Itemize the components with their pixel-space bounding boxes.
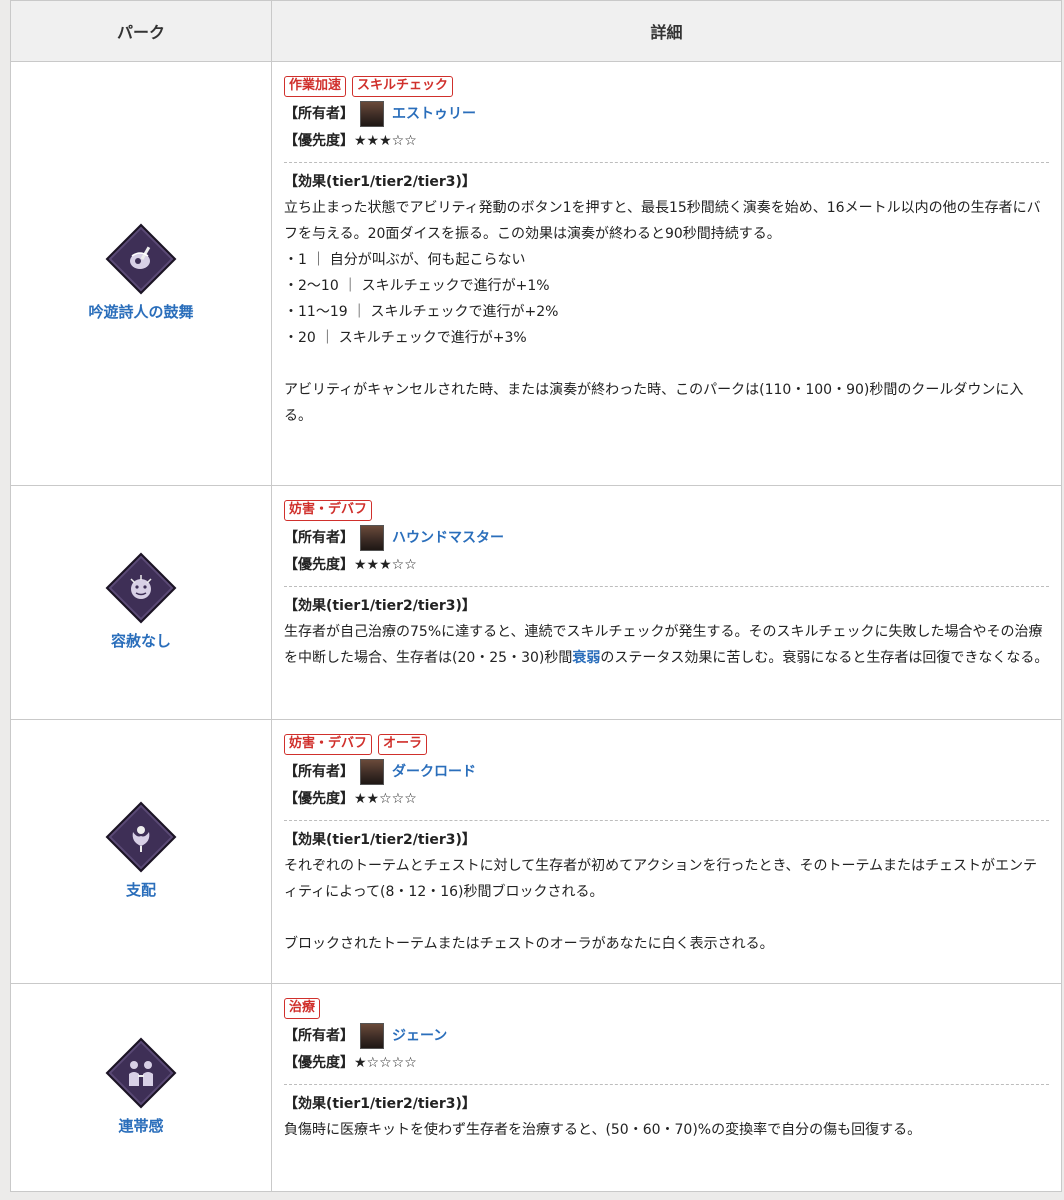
effect-text: ・1 ｜ 自分が叫ぶが、何も起こらない (284, 252, 526, 268)
tag-badge: スキルチェック (352, 76, 454, 97)
tag-badge: オーラ (378, 734, 428, 755)
priority-line: 【優先度】★★★☆☆ (284, 552, 1049, 580)
perk-cell: 吟遊詩人の鼓舞 (10, 61, 272, 486)
no-quarter-perk-icon (105, 552, 177, 624)
owner-avatar (360, 1023, 384, 1049)
perk-name[interactable]: 容赦なし (12, 630, 270, 651)
perk-name[interactable]: 支配 (12, 879, 270, 900)
perk-detail: 妨害・デバフ 【所有者】 ハウンドマスター 【優先度】★★★☆☆ 【効果(tie… (271, 485, 1062, 720)
table-row: 連帯感 治療 【所有者】 ジェーン 【優先度】★☆☆☆☆ 【効果(tier1/t… (10, 983, 1062, 1192)
owner-link[interactable]: ハウンドマスター (392, 525, 504, 551)
effect-title: 【効果(tier1/tier2/tier3)】 (284, 174, 476, 190)
perk-name[interactable]: 連帯感 (12, 1115, 270, 1136)
effect-text: ・11〜19 ｜ スキルチェックで進行が+2% (284, 304, 559, 320)
divider (284, 162, 1049, 163)
effect-text: 生存者が自己治療の75%に達すると、連続でスキルチェックが発生する。そのスキルチ… (284, 619, 1049, 671)
perk-cell: 支配 (10, 719, 272, 984)
tag-list: 妨害・デバフ オーラ (284, 734, 1049, 756)
bard-perk-icon (105, 223, 177, 295)
owner-label: 【所有者】 (284, 1028, 354, 1044)
owner-link[interactable]: ダークロード (392, 759, 476, 785)
table-row: 支配 妨害・デバフ オーラ 【所有者】 ダークロード 【優先度】★★☆☆☆ 【効… (10, 719, 1062, 984)
tag-list: 作業加速 スキルチェック (284, 76, 1049, 98)
divider (284, 820, 1049, 821)
tag-list: 妨害・デバフ (284, 500, 1049, 522)
table-row: 容赦なし 妨害・デバフ 【所有者】 ハウンドマスター 【優先度】★★★☆☆ 【効… (10, 485, 1062, 720)
owner-avatar (360, 759, 384, 785)
divider (284, 1084, 1049, 1085)
effect-text: それぞれのトーテムとチェストに対して生存者が初めてアクションを行ったとき、そのト… (284, 858, 1038, 900)
tag-badge: 妨害・デバフ (284, 500, 373, 521)
divider (284, 586, 1049, 587)
effect-title: 【効果(tier1/tier2/tier3)】 (284, 832, 476, 848)
priority-line: 【優先度】★☆☆☆☆ (284, 1050, 1049, 1078)
camaraderie-perk-icon (105, 1037, 177, 1109)
tag-list: 治療 (284, 998, 1049, 1020)
perk-name[interactable]: 吟遊詩人の鼓舞 (12, 301, 270, 322)
effect-text: 立ち止まった状態でアビリティ発動のボタン1を押すと、最長15秒間続く演奏を始め、… (284, 200, 1041, 242)
priority-stars: ★★☆☆☆ (354, 791, 417, 807)
owner-line: 【所有者】 ダークロード (284, 758, 1049, 786)
owner-avatar (360, 525, 384, 551)
owner-line: 【所有者】 エストゥリー (284, 100, 1049, 128)
owner-line: 【所有者】 ハウンドマスター (284, 524, 1049, 552)
owner-link[interactable]: ジェーン (392, 1023, 447, 1049)
effect-title: 【効果(tier1/tier2/tier3)】 (284, 1096, 476, 1112)
column-header-perk: パーク (10, 0, 272, 62)
status-effect-link[interactable]: 衰弱 (572, 650, 600, 666)
priority-line: 【優先度】★★☆☆☆ (284, 786, 1049, 814)
column-header-detail: 詳細 (271, 0, 1062, 62)
priority-label: 【優先度】 (284, 1055, 354, 1071)
owner-label: 【所有者】 (284, 530, 354, 546)
perk-detail: 作業加速 スキルチェック 【所有者】 エストゥリー 【優先度】★★★☆☆ 【効果… (271, 61, 1062, 486)
owner-label: 【所有者】 (284, 764, 354, 780)
owner-label: 【所有者】 (284, 106, 354, 122)
priority-label: 【優先度】 (284, 791, 354, 807)
priority-line: 【優先度】★★★☆☆ (284, 128, 1049, 156)
priority-label: 【優先度】 (284, 557, 354, 573)
dominance-perk-icon (105, 801, 177, 873)
priority-label: 【優先度】 (284, 133, 354, 149)
table-row: 吟遊詩人の鼓舞 作業加速 スキルチェック 【所有者】 エストゥリー 【優先度】★… (10, 61, 1062, 486)
owner-line: 【所有者】 ジェーン (284, 1022, 1049, 1050)
tag-badge: 治療 (284, 998, 321, 1019)
perk-detail: 治療 【所有者】 ジェーン 【優先度】★☆☆☆☆ 【効果(tier1/tier2… (271, 983, 1062, 1192)
effect-title: 【効果(tier1/tier2/tier3)】 (284, 598, 476, 614)
effect-text: ・20 ｜ スキルチェックで進行が+3% (284, 330, 527, 346)
tag-badge: 妨害・デバフ (284, 734, 373, 755)
table-header-row: パーク 詳細 (10, 0, 1062, 62)
effect-text: 負傷時に医療キットを使わず生存者を治療すると、(50・60・70)%の変換率で自… (284, 1122, 922, 1138)
perk-table: パーク 詳細 吟遊詩人の鼓舞 作業加速 スキルチェック 【所有者】 エストゥリー… (10, 0, 1062, 1192)
owner-avatar (360, 101, 384, 127)
priority-stars: ★★★☆☆ (354, 133, 417, 149)
effect-text: アビリティがキャンセルされた時、または演奏が終わった時、このパークは(110・1… (284, 382, 1024, 424)
effect-text: ブロックされたトーテムまたはチェストのオーラがあなたに白く表示される。 (284, 936, 774, 952)
page: パーク 詳細 吟遊詩人の鼓舞 作業加速 スキルチェック 【所有者】 エストゥリー… (0, 0, 1064, 1200)
priority-stars: ★☆☆☆☆ (354, 1055, 417, 1071)
tag-badge: 作業加速 (284, 76, 347, 97)
perk-cell: 連帯感 (10, 983, 272, 1192)
owner-link[interactable]: エストゥリー (392, 101, 476, 127)
priority-stars: ★★★☆☆ (354, 557, 417, 573)
perk-cell: 容赦なし (10, 485, 272, 720)
perk-detail: 妨害・デバフ オーラ 【所有者】 ダークロード 【優先度】★★☆☆☆ 【効果(t… (271, 719, 1062, 984)
effect-text-part: のステータス効果に苦しむ。衰弱になると生存者は回復できなくなる。 (600, 650, 1049, 666)
effect-text: ・2〜10 ｜ スキルチェックで進行が+1% (284, 278, 550, 294)
